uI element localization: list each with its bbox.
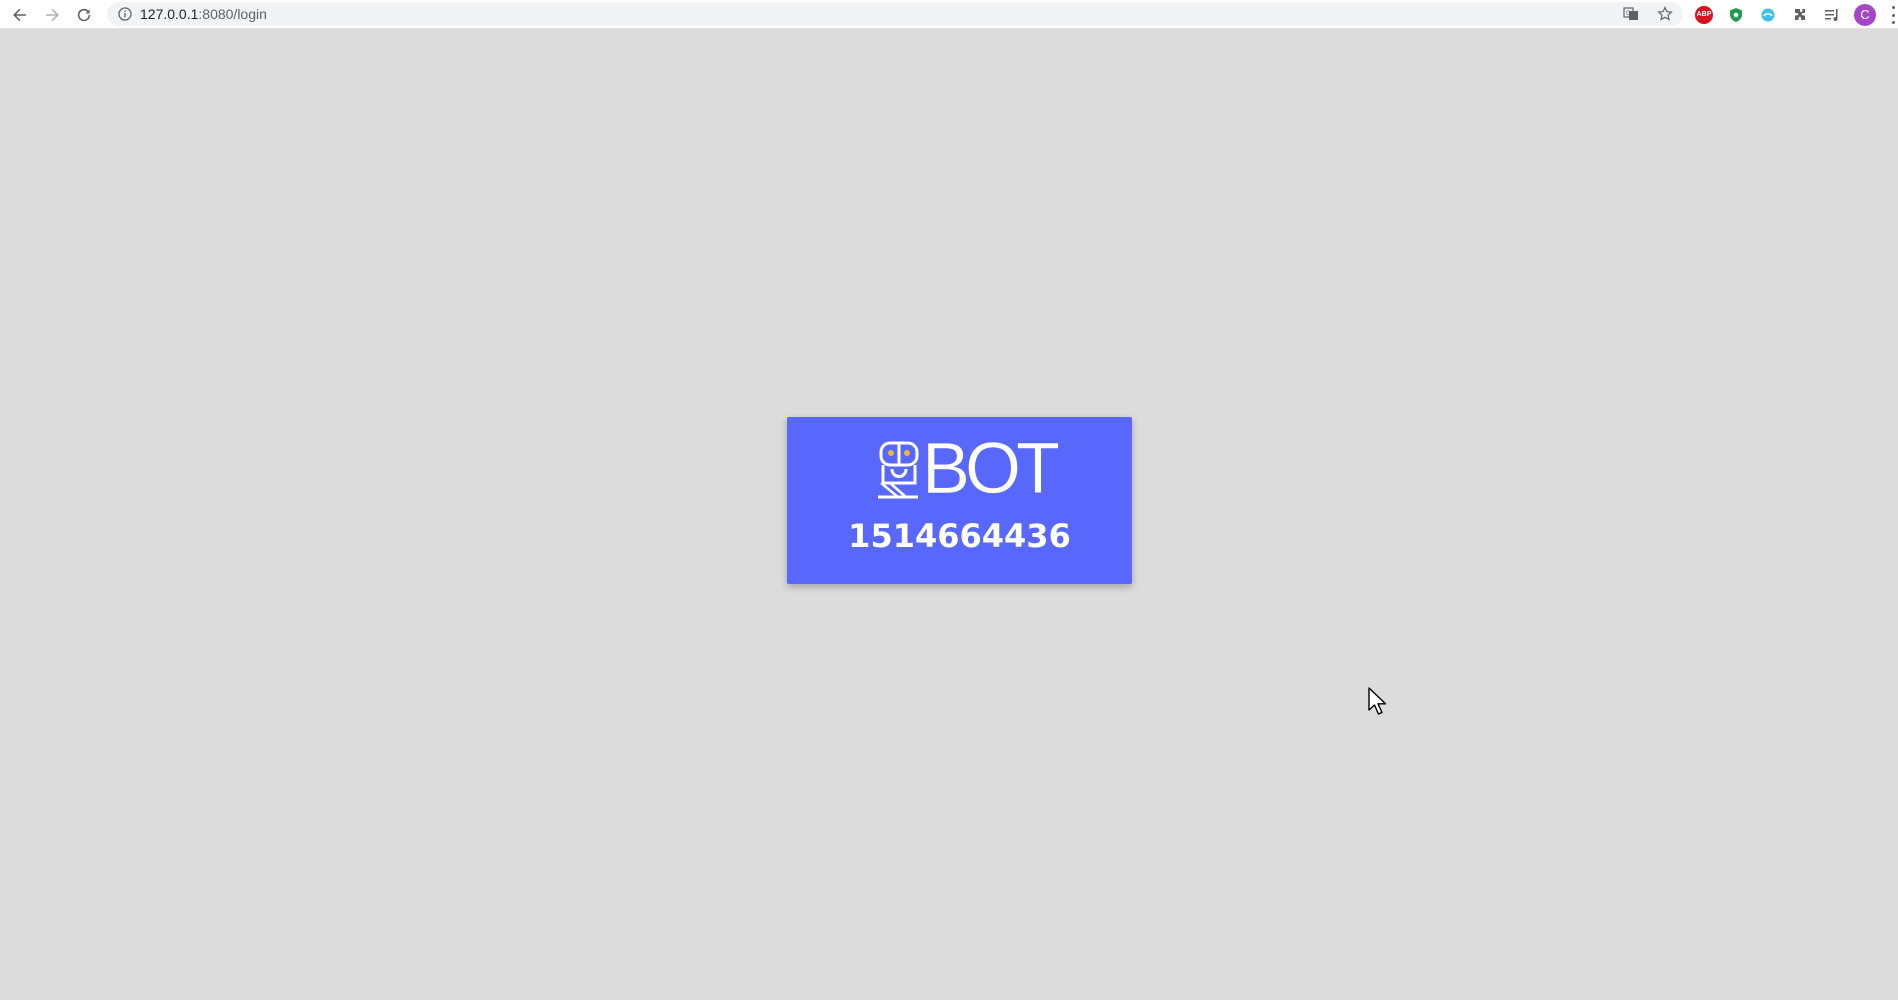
svg-text:G: G — [1626, 11, 1631, 17]
browser-toolbar: 127.0.0.1:8080/login G ABP C — [0, 0, 1898, 29]
robot-face-icon — [878, 441, 919, 499]
puzzle-icon[interactable] — [1790, 5, 1810, 25]
url-host: 127.0.0.1 — [140, 6, 199, 22]
reload-button[interactable] — [68, 0, 100, 29]
kbot-logo: BOT — [878, 433, 1060, 505]
shield-extension-icon[interactable] — [1726, 5, 1746, 25]
swirl-extension-icon[interactable] — [1758, 5, 1778, 25]
url-path: :8080/login — [198, 6, 267, 22]
arrow-right-icon — [46, 8, 59, 21]
browser-menu-icon[interactable] — [1891, 6, 1895, 24]
address-bar[interactable]: 127.0.0.1:8080/login G — [107, 2, 1683, 26]
adblock-label: ABP — [1695, 5, 1713, 24]
logo-wordmark: BOT — [922, 429, 1061, 509]
reload-icon — [77, 8, 91, 21]
mouse-cursor-icon — [1368, 687, 1387, 715]
extensions-area: ABP C — [1694, 0, 1876, 29]
media-queue-icon[interactable] — [1822, 5, 1842, 25]
star-icon[interactable] — [1655, 4, 1675, 24]
site-info-icon[interactable] — [117, 7, 132, 22]
adblock-plus-icon[interactable]: ABP — [1694, 5, 1714, 25]
translate-icon[interactable]: G — [1621, 4, 1641, 24]
url-text: 127.0.0.1:8080/login — [140, 6, 267, 22]
login-card: BOT 1514664436 — [787, 417, 1132, 584]
arrow-left-icon — [13, 8, 26, 21]
forward-button[interactable] — [36, 0, 68, 29]
profile-avatar[interactable]: C — [1854, 3, 1876, 26]
back-button[interactable] — [4, 0, 36, 29]
login-code: 1514664436 — [848, 517, 1071, 555]
